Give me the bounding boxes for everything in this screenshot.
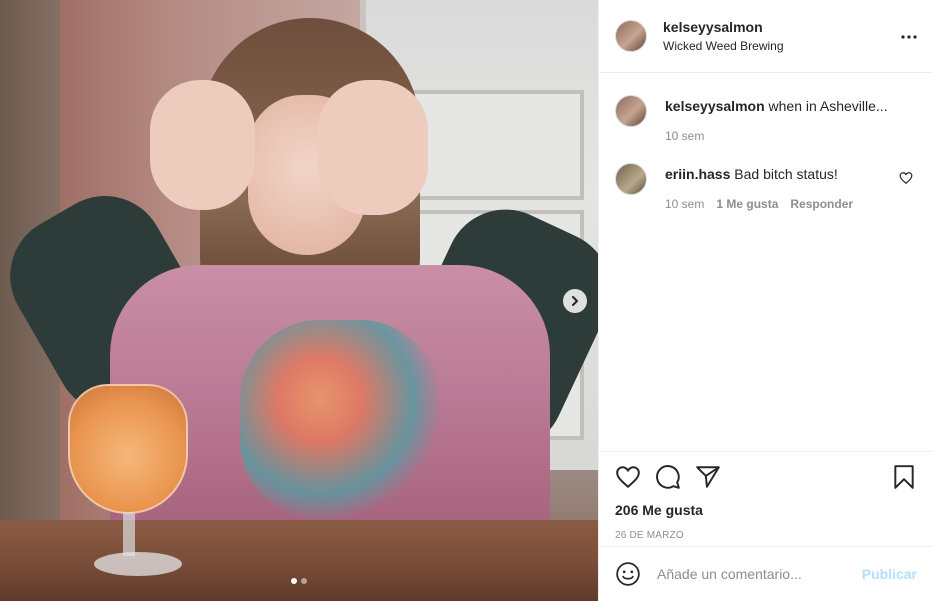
heart-outline-icon[interactable]	[615, 464, 641, 490]
post-photo[interactable]	[0, 0, 598, 601]
publish-button[interactable]: Publicar	[862, 566, 917, 582]
post-header: kelseyysalmon Wicked Weed Brewing	[599, 0, 933, 73]
photo-beer-glass	[94, 552, 182, 576]
comment-text: when in Asheville...	[768, 98, 888, 114]
comment-reply-button[interactable]: Responder	[790, 197, 853, 211]
photo-subject	[318, 80, 428, 215]
commenter-avatar[interactable]	[615, 95, 647, 127]
carousel-dot	[301, 578, 307, 584]
comment-input[interactable]	[657, 566, 854, 582]
comment-item: eriin.hass Bad bitch status! 10 sem 1 Me…	[615, 163, 917, 211]
post-location[interactable]: Wicked Weed Brewing	[663, 39, 784, 53]
comment-text: Bad bitch status!	[734, 166, 838, 182]
comment-username[interactable]: kelseyysalmon	[665, 98, 765, 114]
post-side-panel: kelseyysalmon Wicked Weed Brewing kelsey…	[598, 0, 933, 601]
photo-beer-glass	[68, 384, 188, 514]
carousel-next-button[interactable]	[563, 289, 587, 313]
carousel-indicator	[0, 578, 598, 584]
post-date[interactable]: 26 DE MARZO	[615, 530, 917, 541]
author-avatar[interactable]	[615, 20, 647, 52]
photo-table	[0, 520, 598, 601]
comment-time[interactable]: 10 sem	[665, 129, 704, 143]
photo-beer-glass	[123, 512, 135, 556]
more-options-button[interactable]	[901, 28, 917, 39]
likes-count[interactable]: 206 Me gusta	[615, 502, 917, 518]
chevron-right-icon	[572, 296, 578, 306]
caption-comment: kelseyysalmon when in Asheville... 10 se…	[615, 95, 917, 143]
heart-outline-icon[interactable]	[899, 171, 913, 185]
photo-subject	[150, 80, 255, 210]
comments-list: kelseyysalmon when in Asheville... 10 se…	[599, 73, 933, 451]
comment-username[interactable]: eriin.hass	[665, 166, 730, 182]
post-actions: 206 Me gusta 26 DE MARZO	[599, 451, 933, 549]
commenter-avatar[interactable]	[615, 163, 647, 195]
comment-likes-link[interactable]: 1 Me gusta	[716, 197, 778, 211]
bookmark-icon[interactable]	[891, 464, 917, 490]
paper-plane-icon[interactable]	[695, 464, 721, 490]
comment-time[interactable]: 10 sem	[665, 197, 704, 211]
add-comment-bar: Publicar	[599, 546, 933, 601]
comment-icon[interactable]	[655, 464, 681, 490]
smiley-icon[interactable]	[615, 561, 641, 587]
author-username[interactable]: kelseyysalmon	[663, 19, 784, 35]
photo-background	[406, 90, 584, 200]
carousel-dot-active	[291, 578, 297, 584]
more-horizontal-icon	[901, 35, 917, 39]
photo-subject	[240, 320, 440, 520]
